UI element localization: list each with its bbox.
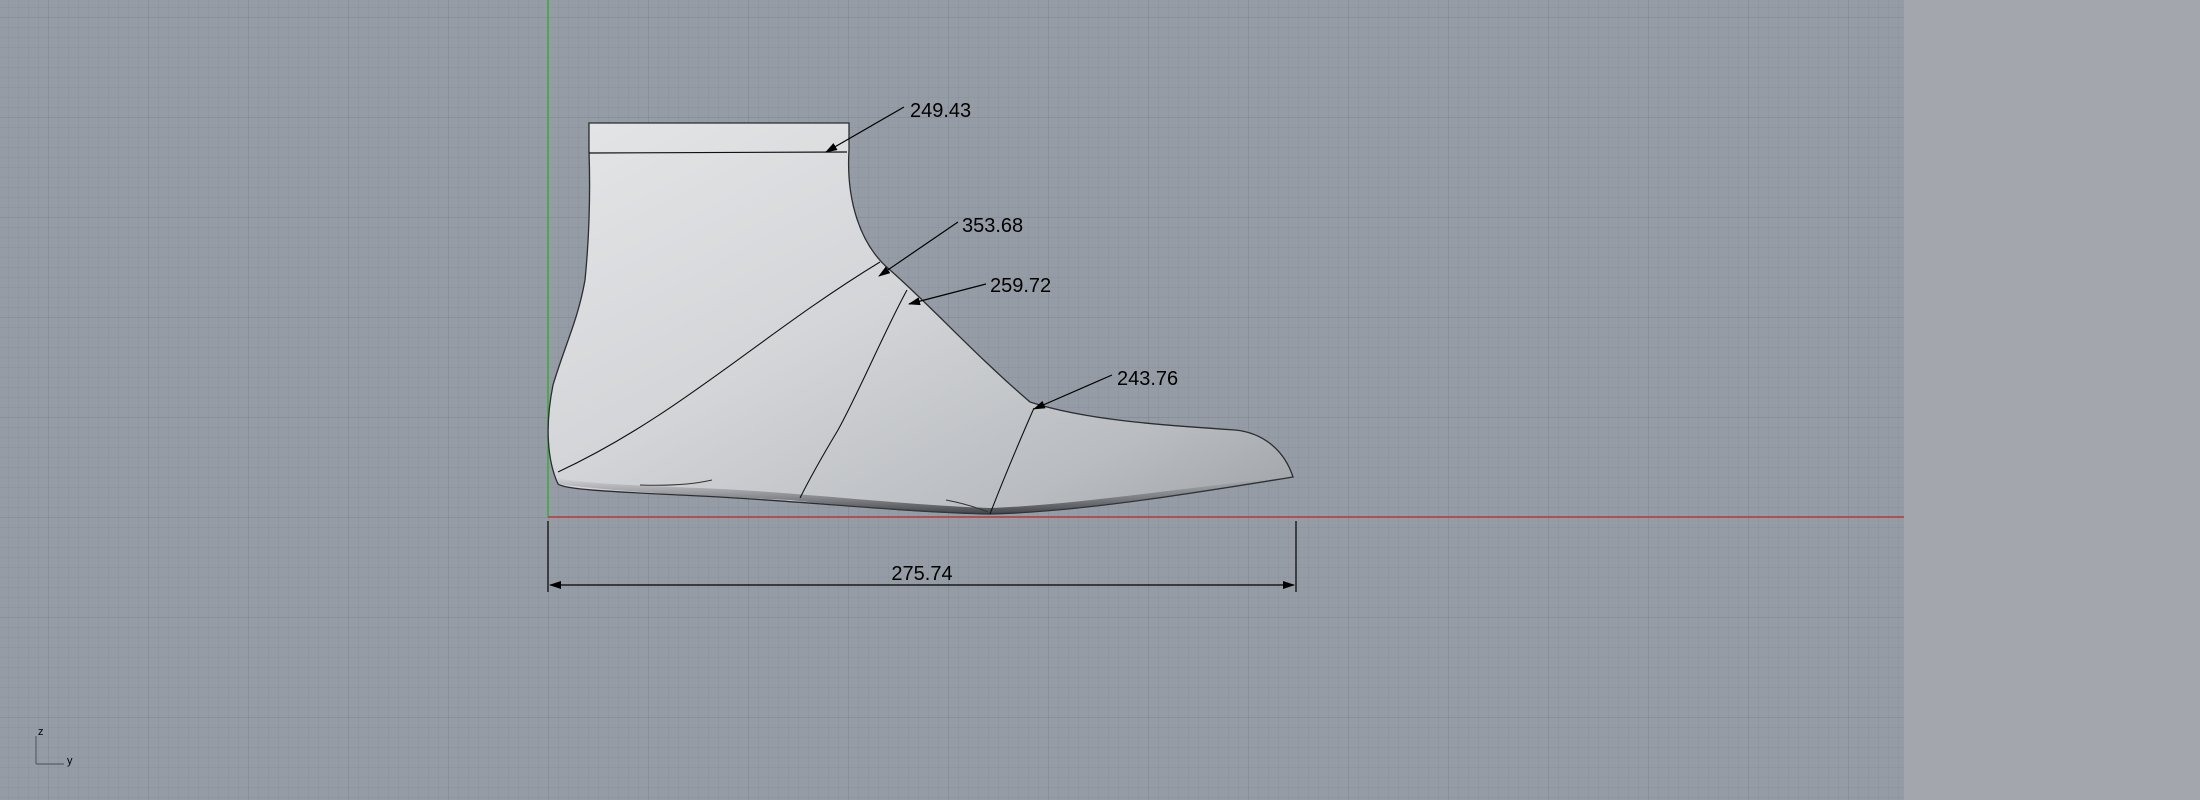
dimension-label-instep-girth: 353.68 [962, 215, 1023, 237]
viewport-canvas[interactable]: 249.43 353.68 259.72 243.76 275.74 z y [0, 0, 1904, 800]
dimension-label-top-girth: 249.43 [910, 100, 971, 122]
dimension-label-waist-girth: 259.72 [990, 275, 1051, 297]
triad-horizontal-label: y [67, 755, 73, 767]
side-panel [1904, 0, 2200, 800]
right-viewport[interactable]: 249.43 353.68 259.72 243.76 275.74 z y [0, 0, 1904, 800]
dimension-label-ball-girth: 243.76 [1117, 368, 1178, 390]
dimension-label-length: 275.74 [891, 563, 952, 585]
triad-vertical-label: z [38, 726, 44, 738]
